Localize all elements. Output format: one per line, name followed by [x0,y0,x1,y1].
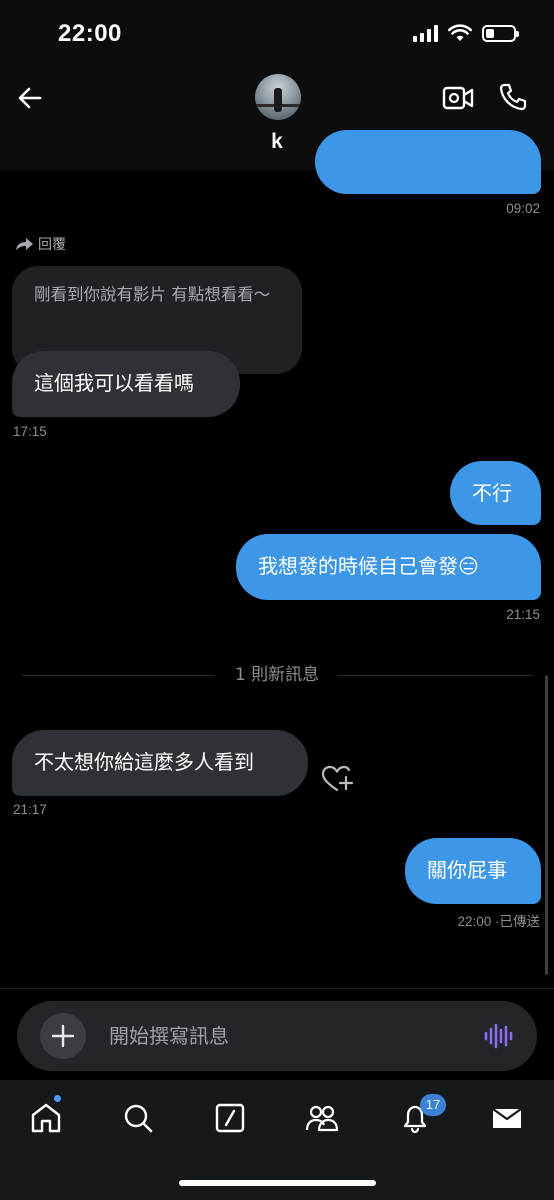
message-timestamp: 17:15 [13,424,47,439]
reply-arrow-icon [16,238,33,250]
contact-avatar[interactable] [255,74,301,120]
message-timestamp: 21:15 [506,607,540,622]
message-bubble-incoming[interactable]: 這個我可以看看嗎 [12,351,240,417]
plus-icon [51,1024,75,1048]
message-input[interactable] [109,1021,469,1051]
message-bubble-outgoing-partial[interactable] [315,130,541,194]
scrollbar[interactable] [545,675,548,975]
cellular-signal-icon [413,24,438,42]
status-icons [413,24,519,42]
home-icon[interactable] [28,1100,64,1136]
wifi-icon [448,24,472,41]
message-composer[interactable] [17,1001,537,1071]
message-bubble-outgoing[interactable]: 關你屁事 [405,838,541,904]
status-bar: 22:00 [0,0,554,70]
back-arrow-icon[interactable] [16,84,44,112]
message-bubble-outgoing[interactable]: 我想發的時候自己會發😑 [236,534,541,600]
composer-bar [0,988,554,1081]
status-time: 22:00 [58,20,122,47]
bottom-tab-bar: 17 [0,1080,554,1200]
voice-message-icon[interactable] [483,1021,513,1051]
grok-icon[interactable] [212,1100,248,1136]
battery-icon [482,24,519,42]
reply-indicator: 回覆 [14,234,66,254]
message-timestamp: 09:02 [506,201,540,216]
heart-react-icon[interactable] [320,764,354,794]
message-bubble-outgoing[interactable]: 不行 [450,461,541,525]
communities-icon[interactable] [304,1100,340,1136]
message-list[interactable]: 09:02 回覆 剛看到你說有影片 有點想看看～ 這個我可以看看嗎 17:15 … [0,130,554,990]
search-icon[interactable] [120,1100,156,1136]
divider-right [338,675,532,676]
home-unread-dot [54,1095,61,1102]
message-delivery-status: 22:00 ·已傳送 [457,914,540,929]
add-attachment-button[interactable] [40,1013,86,1059]
message-timestamp: 21:17 [13,802,47,817]
notifications-badge: 17 [420,1094,446,1116]
home-indicator [179,1180,376,1186]
message-bubble-incoming[interactable]: 不太想你給這麼多人看到 [12,730,308,796]
new-messages-divider: 1 則新訊息 [234,665,320,685]
phone-call-icon[interactable] [498,82,528,112]
reply-label: 回覆 [38,237,66,253]
messages-envelope-icon[interactable] [489,1100,525,1136]
video-call-icon[interactable] [442,84,474,112]
